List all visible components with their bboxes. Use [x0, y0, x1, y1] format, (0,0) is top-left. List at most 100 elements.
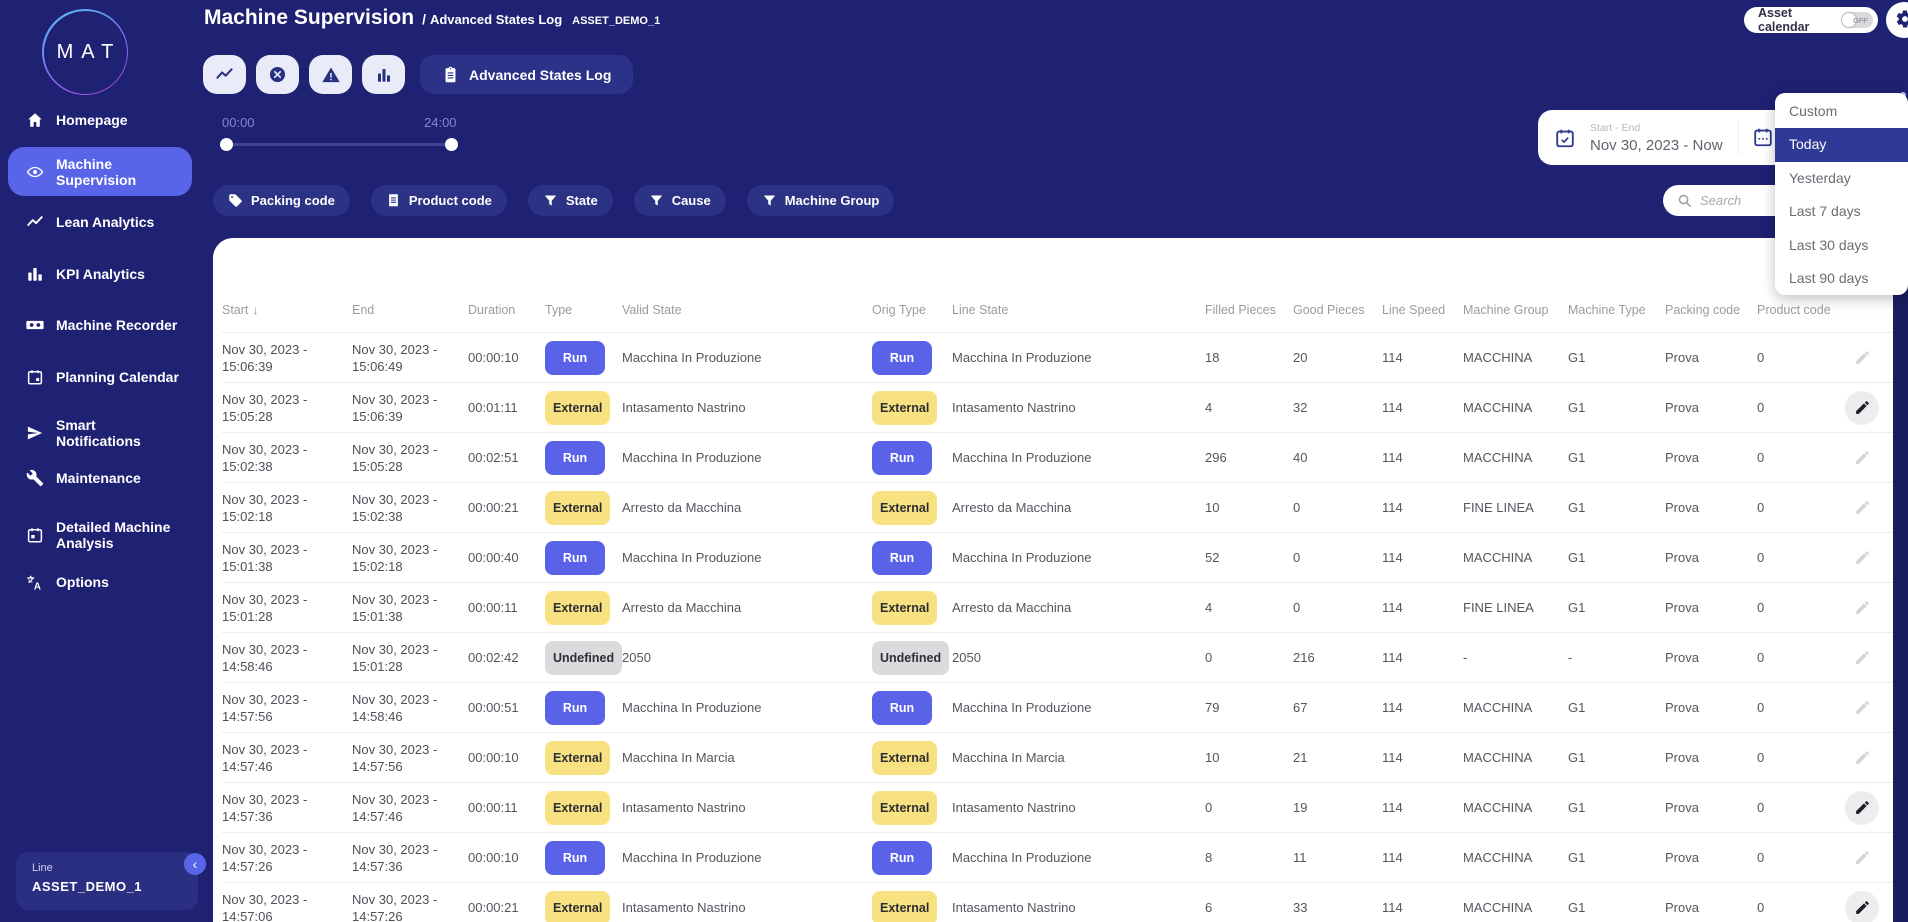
asset-calendar-toggle[interactable]: Asset calendar OFF	[1744, 6, 1878, 34]
edit-row-button[interactable]	[1845, 441, 1879, 475]
asset-tag: ASSET_DEMO_1	[572, 15, 661, 27]
cell-start: Nov 30, 2023 -15:06:39	[222, 341, 308, 374]
cell-line-speed: 114	[1382, 350, 1403, 365]
translate-icon: A	[27, 575, 41, 592]
cell-machine-type: G1	[1568, 700, 1586, 715]
date-menu-item[interactable]: Last 90 days	[1775, 262, 1908, 295]
column-header[interactable]: Machine Group	[1463, 302, 1568, 318]
column-header[interactable]: Duration	[468, 302, 545, 318]
line-selector[interactable]: Line ASSET_DEMO_1	[16, 852, 198, 910]
sidebar-item-planning-calendar[interactable]: Planning Calendar	[8, 357, 192, 397]
histogram-view-button[interactable]	[362, 55, 405, 94]
cell-good-pieces: 40	[1293, 450, 1308, 465]
column-header[interactable]: Orig Type	[872, 302, 952, 318]
send-icon	[27, 426, 43, 440]
cell-duration: 00:01:11	[468, 400, 518, 415]
date-menu-item[interactable]: Yesterday	[1775, 162, 1908, 195]
cell-line-speed: 114	[1382, 750, 1403, 765]
column-header[interactable]: Good Pieces	[1293, 302, 1382, 318]
edit-row-button[interactable]	[1845, 491, 1879, 525]
column-header[interactable]: Product code	[1757, 302, 1845, 318]
cell-machine-group: FINE LINEA	[1463, 600, 1534, 615]
edit-row-button[interactable]	[1845, 390, 1879, 425]
edit-row-button[interactable]	[1845, 741, 1879, 775]
date-menu-item[interactable]: Today	[1775, 128, 1908, 162]
cell-filled-pieces: 52	[1205, 550, 1220, 565]
filter-packing-code[interactable]: Packing code	[213, 185, 350, 216]
column-header[interactable]: Machine Type	[1568, 302, 1665, 318]
edit-row-button[interactable]	[1845, 890, 1879, 922]
sidebar-collapse-button[interactable]: ‹	[184, 853, 206, 875]
date-menu-item[interactable]: Last 7 days	[1775, 195, 1908, 228]
filter-product-code[interactable]: Product code	[370, 185, 507, 216]
pencil-icon	[1855, 801, 1869, 814]
cell-filled-pieces: 10	[1205, 750, 1220, 765]
orig-type-badge: External	[872, 590, 938, 625]
asset-calendar-switch[interactable]: OFF	[1840, 12, 1873, 28]
sidebar-item-options[interactable]: A Options	[8, 562, 192, 602]
edit-row-button[interactable]	[1845, 541, 1879, 575]
filter-state[interactable]: State	[527, 185, 613, 216]
warning-icon	[321, 67, 340, 82]
column-header[interactable]: Filled Pieces	[1205, 302, 1293, 318]
slider-handle-end[interactable]	[445, 138, 458, 151]
sidebar-item-smart-notifications[interactable]: Smart Notifications	[8, 410, 192, 456]
advanced-states-log-tab[interactable]: Advanced States Log	[420, 55, 634, 94]
date-menu-item[interactable]: Last 30 days	[1775, 229, 1908, 262]
stops-view-button[interactable]	[256, 55, 299, 94]
trend-view-button[interactable]	[203, 55, 246, 94]
sidebar-item-machine-supervision[interactable]: Machine Supervision	[8, 147, 192, 196]
sidebar-item-kpi-analytics[interactable]: KPI Analytics	[8, 254, 192, 294]
date-range-picker[interactable]: Start - End Nov 30, 2023 - Now	[1538, 110, 1790, 165]
cell-type: Run	[545, 440, 622, 475]
sidebar-item-homepage[interactable]: Homepage	[8, 100, 192, 140]
orig-type-badge: Run	[872, 340, 932, 375]
edit-row-button[interactable]	[1845, 641, 1879, 675]
cell-duration: 00:00:10	[468, 750, 519, 765]
column-header[interactable]: Valid State	[622, 302, 872, 318]
orig-type-badge: External	[872, 390, 938, 425]
alarms-view-button[interactable]	[309, 55, 352, 94]
cell-product-code: 0	[1757, 650, 1765, 665]
cell-line-speed: 114	[1382, 550, 1403, 565]
table-row: Nov 30, 2023 -15:01:28 Nov 30, 2023 -15:0…	[222, 582, 1893, 632]
column-header[interactable]: Line State	[952, 302, 1205, 318]
home-icon	[28, 113, 42, 127]
states-log-table: Start ↓ End Duration Type Valid State Orig Typ…	[222, 288, 1893, 922]
time-range-slider[interactable]	[220, 138, 458, 151]
filter-machine-group[interactable]: Machine Group	[746, 185, 895, 216]
cell-product-code: 0	[1757, 700, 1765, 715]
cell-type: External	[545, 790, 622, 825]
cell-orig-type: Run	[872, 690, 952, 725]
sidebar-item-lean-analytics[interactable]: Lean Analytics	[8, 202, 192, 242]
cell-machine-type: -	[1568, 650, 1573, 665]
toggle-state-label: OFF	[1853, 16, 1868, 25]
edit-row-button[interactable]	[1845, 790, 1879, 825]
cell-packing-code: Prova	[1665, 700, 1699, 715]
orig-type-badge: External	[872, 740, 938, 775]
sidebar-item-maintenance[interactable]: Maintenance	[8, 458, 192, 498]
sidebar-item-machine-recorder[interactable]: Machine Recorder	[8, 305, 192, 345]
cell-machine-group: MACCHINA	[1463, 350, 1533, 365]
type-badge: Run	[545, 440, 605, 475]
date-menu-item[interactable]: Custom	[1775, 95, 1908, 128]
filter-cause[interactable]: Cause	[633, 185, 726, 216]
column-header[interactable]: Start ↓	[222, 302, 352, 318]
edit-row-button[interactable]	[1845, 341, 1879, 375]
column-header[interactable]: Type	[545, 302, 622, 318]
pencil-icon	[1855, 501, 1869, 514]
calendar-dots-icon[interactable]	[1752, 126, 1774, 148]
edit-row-button[interactable]	[1845, 691, 1879, 725]
column-header[interactable]: Packing code	[1665, 302, 1757, 318]
column-header[interactable]: Line Speed	[1382, 302, 1463, 318]
pencil-icon	[1855, 901, 1869, 914]
slider-handle-start[interactable]	[220, 138, 233, 151]
edit-row-button[interactable]	[1845, 841, 1879, 875]
sidebar-item-detailed-machine-analysis[interactable]: Detailed Machine Analysis	[8, 512, 192, 558]
column-header[interactable]: End	[352, 302, 468, 318]
settings-button[interactable]	[1886, 2, 1908, 38]
edit-row-button[interactable]	[1845, 591, 1879, 625]
cell-end: Nov 30, 2023 -15:01:28	[352, 641, 438, 674]
cell-machine-type: G1	[1568, 500, 1586, 515]
type-badge: Run	[545, 840, 605, 875]
